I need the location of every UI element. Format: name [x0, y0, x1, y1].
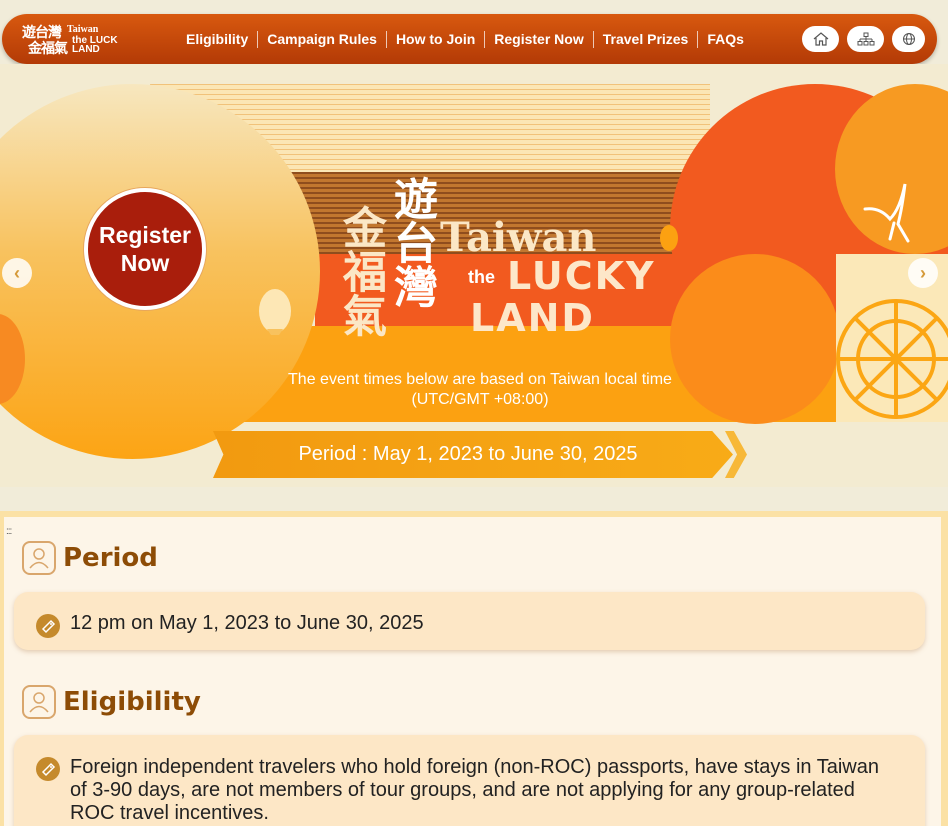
logo-en-line2: the LUCK LAND: [72, 35, 118, 55]
main-nav: Eligibility Campaign Rules How to Join R…: [177, 14, 753, 64]
period-box: 12 pm on May 1, 2023 to June 30, 2025: [14, 592, 925, 650]
chevron-right-icon: ›: [920, 262, 926, 283]
person-card-icon: [22, 685, 56, 719]
timezone-note-line2: (UTC/GMT +08:00): [411, 391, 549, 408]
title-lucky: LUCKY: [507, 254, 656, 298]
eligibility-box: Foreign independent travelers who hold f…: [14, 735, 925, 826]
eligibility-text: Foreign independent travelers who hold f…: [70, 756, 879, 824]
logo-en-line1: Taiwan: [67, 24, 99, 35]
home-button[interactable]: [802, 26, 839, 52]
period-ribbon-text: Period : May 1, 2023 to June 30, 2025: [298, 443, 638, 465]
language-button[interactable]: [892, 26, 925, 52]
section-title-period: Period: [63, 543, 158, 573]
nav-register-now[interactable]: Register Now: [484, 30, 592, 48]
person-card-icon: [22, 541, 56, 575]
timezone-note-line1: The event times below are based on Taiwa…: [288, 371, 672, 388]
crane-graphic: [860, 179, 920, 254]
sitemap-button[interactable]: [847, 26, 884, 52]
chevron-left-icon: ‹: [14, 262, 20, 283]
lantern-icon: [259, 289, 291, 335]
hero-carousel: 金福氣 遊台灣 Taiwan the LUCKY LAND The event …: [0, 64, 948, 487]
timezone-note: The event times below are based on Taiwa…: [250, 370, 710, 410]
nav-how-to-join[interactable]: How to Join: [385, 30, 484, 48]
title-zh-col2: 遊台灣: [386, 176, 437, 308]
tag-icon: [36, 757, 60, 781]
lantern-icon-small: [660, 225, 678, 251]
home-icon: [813, 32, 828, 46]
globe-icon: [902, 33, 915, 45]
carousel-prev-button[interactable]: ‹: [2, 258, 32, 288]
nav-eligibility[interactable]: Eligibility: [177, 31, 257, 48]
nav-faqs[interactable]: FAQs: [697, 30, 753, 48]
site-logo[interactable]: 遊台灣 金福氣 Taiwan the LUCK LAND: [20, 21, 120, 57]
title-zh-col1: 金福氣: [335, 205, 386, 337]
register-now-button[interactable]: Register Now: [84, 188, 206, 310]
period-ribbon: Period : May 1, 2023 to June 30, 2025: [213, 431, 747, 478]
title-land: LAND: [470, 296, 595, 340]
section-title-eligibility: Eligibility: [63, 687, 201, 717]
carousel-next-button[interactable]: ›: [908, 258, 938, 288]
title-the: the: [468, 267, 495, 287]
tag-icon: [36, 614, 60, 638]
sitemap-icon: [857, 32, 874, 45]
logo-zh-line2: 金福氣: [28, 41, 68, 57]
nav-travel-prizes[interactable]: Travel Prizes: [592, 30, 698, 48]
accesskey-marker[interactable]: :::: [6, 526, 12, 537]
site-header: 遊台灣 金福氣 Taiwan the LUCK LAND Eligibility…: [2, 14, 937, 64]
nav-campaign-rules[interactable]: Campaign Rules: [257, 30, 386, 48]
period-text: 12 pm on May 1, 2023 to June 30, 2025: [70, 612, 424, 634]
